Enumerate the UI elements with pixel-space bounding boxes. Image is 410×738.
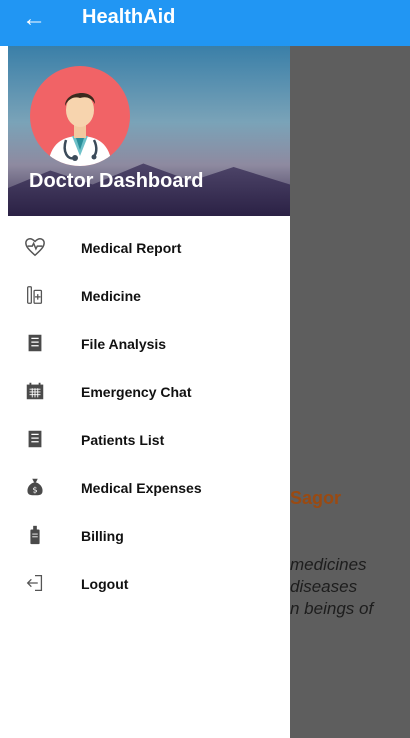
billing-icon bbox=[24, 524, 46, 546]
menu-item-file-analysis[interactable]: File Analysis bbox=[8, 320, 290, 368]
menu-item-label: Patients List bbox=[81, 432, 165, 448]
app-bar: ← HealthAid bbox=[0, 0, 410, 46]
background-page[interactable]: Sagor medicines diseases n beings of bbox=[290, 46, 410, 738]
background-text-line: n beings of bbox=[290, 599, 374, 618]
logout-icon bbox=[24, 572, 46, 594]
calendar-chat-icon bbox=[24, 380, 46, 402]
menu-item-label: Logout bbox=[81, 576, 129, 592]
arrow-left-icon[interactable]: ← bbox=[22, 6, 46, 32]
menu-item-patients-list[interactable]: Patients List bbox=[8, 416, 290, 464]
menu-item-label: Emergency Chat bbox=[81, 384, 192, 400]
menu-item-logout[interactable]: Logout bbox=[8, 560, 290, 608]
app-title: HealthAid bbox=[82, 6, 176, 28]
drawer-menu: Medical Report Medicine File Analysis Em… bbox=[8, 224, 290, 608]
menu-item-label: Billing bbox=[81, 528, 124, 544]
menu-item-medical-expenses[interactable]: $ Medical Expenses bbox=[8, 464, 290, 512]
drawer-header-title: Doctor Dashboard bbox=[29, 170, 204, 192]
menu-item-label: Medicine bbox=[81, 288, 141, 304]
background-name-text: Sagor bbox=[290, 488, 342, 508]
list-icon bbox=[24, 428, 46, 450]
medicine-icon bbox=[24, 284, 46, 306]
drawer-header: Doctor Dashboard bbox=[8, 46, 290, 216]
menu-item-label: File Analysis bbox=[81, 336, 167, 352]
doctor-avatar-icon bbox=[30, 66, 130, 166]
menu-item-medical-report[interactable]: Medical Report bbox=[8, 224, 290, 272]
background-text-line: medicines bbox=[290, 555, 367, 574]
background-text-line: diseases bbox=[290, 577, 358, 596]
menu-item-label: Medical Report bbox=[81, 240, 182, 256]
menu-item-medicine[interactable]: Medicine bbox=[8, 272, 290, 320]
menu-item-label: Medical Expenses bbox=[81, 480, 202, 496]
menu-item-emergency-chat[interactable]: Emergency Chat bbox=[8, 368, 290, 416]
money-bag-icon: $ bbox=[24, 476, 46, 498]
menu-item-billing[interactable]: Billing bbox=[8, 512, 290, 560]
file-list-icon bbox=[24, 332, 46, 354]
background-description: medicines diseases n beings of bbox=[290, 554, 373, 620]
navigation-drawer: Doctor Dashboard Medical Report Medicine… bbox=[8, 46, 290, 738]
heartbeat-icon bbox=[24, 236, 46, 258]
svg-text:$: $ bbox=[32, 485, 37, 495]
